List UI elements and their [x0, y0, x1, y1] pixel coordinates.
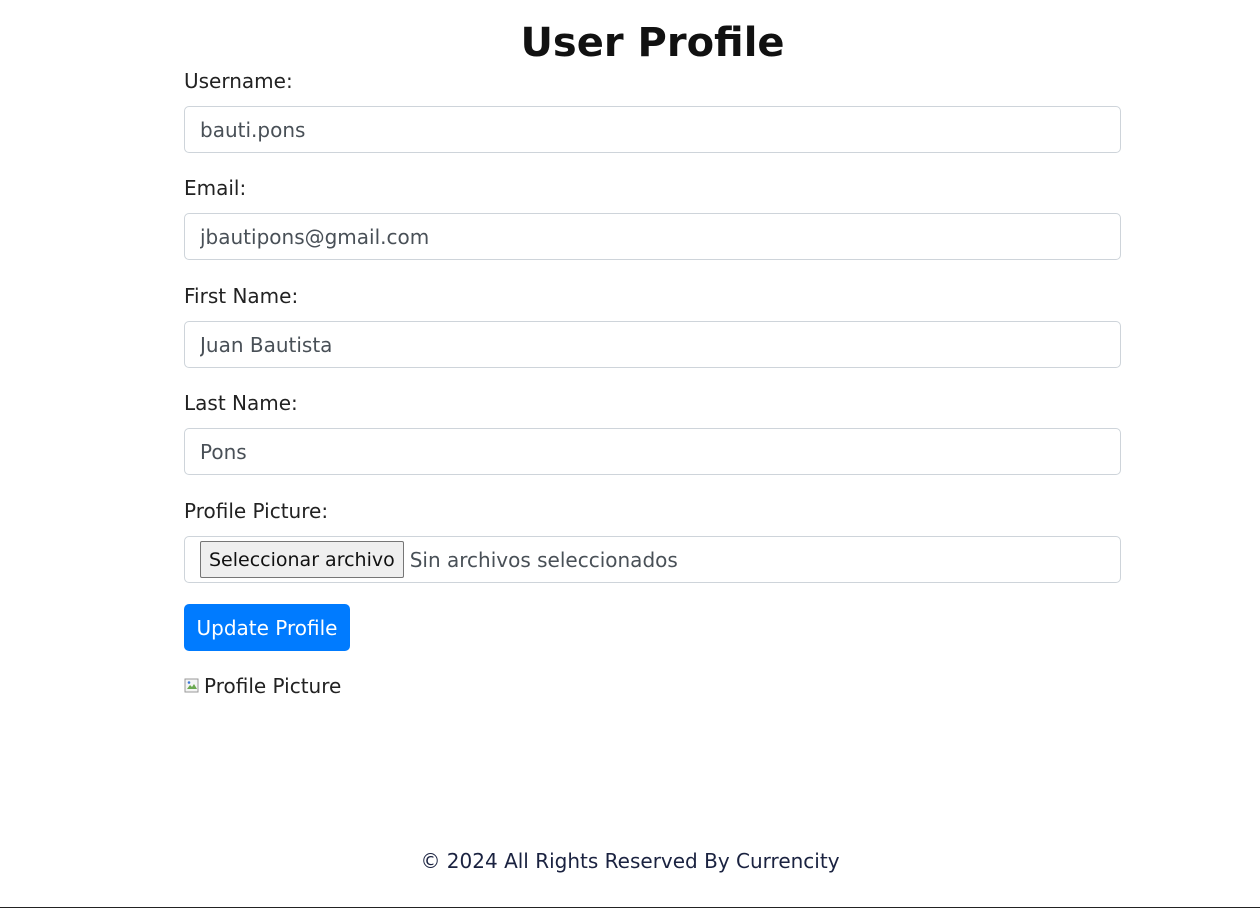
- profile-picture-image: Profile Picture: [184, 674, 341, 698]
- username-group: Username:: [184, 69, 1121, 153]
- page-title: User Profile: [520, 20, 785, 66]
- update-profile-button[interactable]: Update Profile: [184, 604, 350, 651]
- first-name-input[interactable]: [184, 321, 1121, 368]
- profile-picture-label: Profile Picture:: [184, 499, 329, 523]
- profile-picture-file-input[interactable]: Seleccionar archivo Sin archivos selecci…: [184, 536, 1121, 583]
- username-input[interactable]: [184, 106, 1121, 153]
- page: User Profile Username: Email: First Name…: [0, 0, 1260, 908]
- last-name-input[interactable]: [184, 428, 1121, 475]
- footer: © 2024 All Rights Reserved By Currencity: [0, 846, 1260, 876]
- first-name-group: First Name:: [184, 284, 1121, 368]
- email-input[interactable]: [184, 213, 1121, 260]
- choose-file-button[interactable]: Seleccionar archivo: [200, 541, 404, 578]
- email-label: Email:: [184, 176, 247, 200]
- first-name-label: First Name:: [184, 284, 299, 308]
- last-name-group: Last Name:: [184, 391, 1121, 475]
- profile-picture-alt-text: Profile Picture: [204, 674, 342, 698]
- broken-image-icon: [184, 678, 200, 694]
- username-label: Username:: [184, 69, 293, 93]
- profile-picture-group: Profile Picture: Seleccionar archivo Sin…: [184, 499, 1121, 583]
- file-status-text: Sin archivos seleccionados: [409, 547, 678, 572]
- last-name-label: Last Name:: [184, 391, 298, 415]
- email-group: Email:: [184, 176, 1121, 260]
- footer-copyright: © 2024 All Rights Reserved By Currencity: [420, 849, 840, 873]
